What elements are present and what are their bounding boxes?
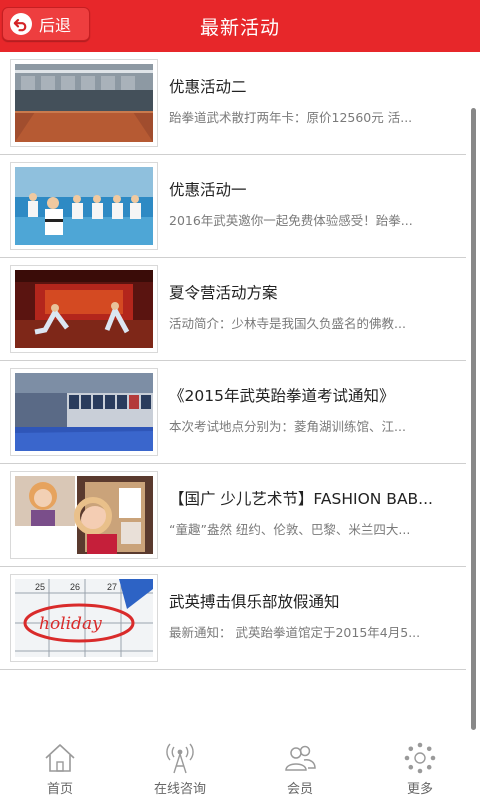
activity-item[interactable]: 【国广 少儿艺术节】FASHION BAB... “童趣”盎然 纽约、伦敦、巴黎… [0,464,466,567]
members-icon [285,745,316,771]
activity-thumbnail [10,59,158,147]
activity-thumbnail: 25 26 27 holiday [10,574,158,662]
activity-title: 优惠活动二 [169,78,247,96]
tab-more[interactable]: 更多 [360,736,480,800]
scrollbar[interactable] [471,108,476,730]
tab-label: 在线咨询 [153,782,206,797]
activity-desc: 跆拳道武术散打两年卡：原价12560元 活... [169,110,413,125]
tab-label: 更多 [406,782,433,797]
activity-desc: “童趣”盎然 纽约、伦敦、巴黎、米兰四大... [169,522,411,537]
activity-desc: 2016年武英邀你一起免费体验感受！跆拳... [169,213,413,228]
activity-item[interactable]: 《2015年武英跆拳道考试通知》 本次考试地点分别为：菱角湖训练馆、江... [0,361,466,464]
page-title: 最新活动 [199,17,280,39]
shaolin-performance-photo [15,270,153,348]
activity-item[interactable]: 25 26 27 holiday 武英搏击俱乐部放假通知 最新通知： 武英跆拳道… [0,567,466,670]
tab-online-consult[interactable]: 在线咨询 [120,736,240,800]
fashion-kids-photo [15,476,153,554]
activity-thumbnail [10,265,158,353]
holiday-text: holiday [39,614,102,634]
activity-item[interactable]: 夏令营活动方案 活动简介：少林寺是我国久负盛名的佛教... [0,258,466,361]
training-hall-lockers-photo [15,373,153,451]
activity-item[interactable]: 优惠活动一 2016年武英邀你一起免费体验感受！跆拳... [0,155,466,258]
home-icon [45,744,75,772]
header-bar: 后退 最新活动 [0,0,480,52]
antenna-icon [166,743,194,774]
activity-item[interactable]: 优惠活动二 跆拳道武术散打两年卡：原价12560元 活... [0,52,466,155]
svg-text:26: 26 [70,582,80,592]
activity-thumbnail [10,162,158,250]
tab-label: 首页 [46,782,73,797]
activity-desc: 最新通知： 武英跆拳道馆定于2015年4月5... [169,625,421,640]
activity-title: 《2015年武英跆拳道考试通知》 [169,387,395,405]
activity-title: 武英搏击俱乐部放假通知 [169,593,340,611]
activity-thumbnail [10,471,158,559]
tab-label: 会员 [286,782,313,797]
tab-home[interactable]: 首页 [0,736,120,800]
activity-title: 夏令营活动方案 [169,284,278,302]
holiday-calendar-photo: 25 26 27 holiday [15,579,153,657]
tab-members[interactable]: 会员 [240,736,360,800]
activity-list: 优惠活动二 跆拳道武术散打两年卡：原价12560元 活... 优惠活动一 201… [0,52,466,670]
activity-thumbnail [10,368,158,456]
activity-title: 【国广 少儿艺术节】FASHION BAB... [169,490,433,508]
more-icon [404,742,436,774]
activity-title: 优惠活动一 [169,181,247,199]
dojo-hall-photo [15,64,153,142]
kids-taekwondo-class-photo [15,167,153,245]
activity-desc: 本次考试地点分别为：菱角湖训练馆、江... [169,419,406,434]
svg-text:25: 25 [35,582,45,592]
svg-text:27: 27 [107,582,117,592]
activity-desc: 活动简介：少林寺是我国久负盛名的佛教... [169,316,406,331]
bottom-tabbar: 首页 在线咨询 会员 更多 [0,736,480,800]
